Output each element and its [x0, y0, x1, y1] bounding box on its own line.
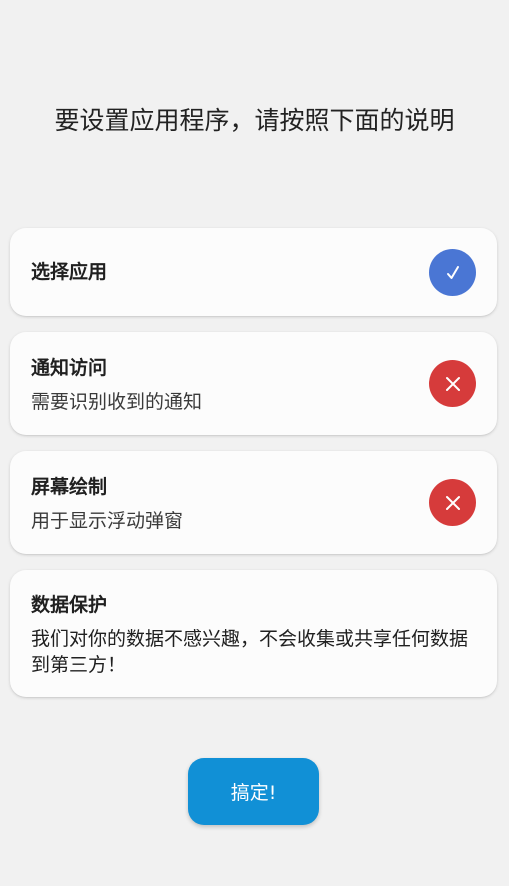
step-card-screen-overlay[interactable]: 屏幕绘制 用于显示浮动弹窗	[10, 451, 497, 554]
checkmark-icon	[429, 249, 476, 296]
privacy-description: 我们对你的数据不感兴趣，不会收集或共享任何数据到第三方！	[31, 628, 469, 676]
done-button[interactable]: 搞定!	[188, 758, 319, 825]
step-card-select-app[interactable]: 选择应用	[10, 228, 497, 316]
close-icon	[429, 360, 476, 407]
step-title: 通知访问	[31, 357, 108, 379]
step-title: 屏幕绘制	[31, 476, 108, 498]
privacy-title: 数据保护	[31, 594, 108, 616]
step-description: 用于显示浮动弹窗	[31, 510, 184, 532]
close-icon	[429, 479, 476, 526]
privacy-card: 数据保护 我们对你的数据不感兴趣，不会收集或共享任何数据到第三方！	[10, 570, 497, 697]
page-title: 要设置应用程序，请按照下面的说明	[54, 106, 455, 135]
step-description: 需要识别收到的通知	[31, 391, 203, 413]
step-title: 选择应用	[31, 261, 108, 283]
step-card-notification-access[interactable]: 通知访问 需要识别收到的通知	[10, 332, 497, 435]
